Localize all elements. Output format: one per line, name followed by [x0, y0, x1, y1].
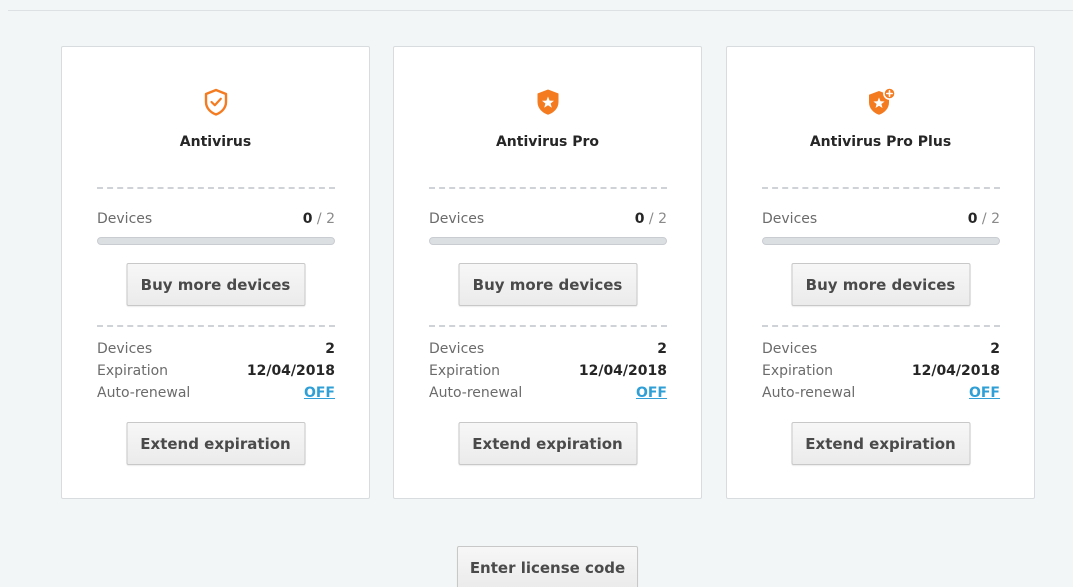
info-key: Devices: [97, 341, 153, 357]
devices-usage-row: Devices 0 / 2: [97, 211, 335, 231]
auto-renewal-toggle-link[interactable]: OFF: [969, 385, 1000, 401]
devices-usage-row: Devices 0 / 2: [429, 211, 667, 231]
auto-renewal-toggle-link[interactable]: OFF: [304, 385, 335, 401]
info-row-expiration: Expiration 12/04/2018: [97, 363, 335, 383]
devices-total: / 2: [648, 211, 667, 227]
shield-star-plus-icon: [865, 87, 897, 117]
info-row-expiration: Expiration 12/04/2018: [762, 363, 1000, 383]
info-row-auto-renewal: Auto-renewal OFF: [762, 385, 1000, 405]
devices-used: 0: [634, 211, 645, 227]
product-card-antivirus: Antivirus Devices 0 / 2 Buy more devices…: [61, 46, 370, 499]
devices-label: Devices: [97, 211, 153, 227]
card-title: Antivirus Pro Plus: [809, 134, 952, 150]
dashed-divider: [429, 325, 667, 327]
card-title: Antivirus: [179, 134, 252, 150]
info-key: Auto-renewal: [97, 385, 191, 401]
info-key: Expiration: [97, 363, 169, 379]
devices-progress-bar: [429, 237, 667, 245]
info-row-expiration: Expiration 12/04/2018: [429, 363, 667, 383]
info-row-auto-renewal: Auto-renewal OFF: [429, 385, 667, 405]
buy-more-devices-button[interactable]: Buy more devices: [791, 263, 970, 306]
info-row-devices: Devices 2: [97, 341, 335, 361]
devices-used: 0: [302, 211, 313, 227]
devices-total: / 2: [981, 211, 1000, 227]
buy-more-devices-button[interactable]: Buy more devices: [126, 263, 305, 306]
info-value: 2: [657, 341, 667, 357]
devices-count: 0 / 2: [635, 211, 667, 227]
dashed-divider: [97, 187, 335, 189]
top-divider: [8, 10, 1073, 11]
devices-progress-bar: [97, 237, 335, 245]
shield-check-outline-icon: [200, 87, 232, 117]
info-value: 12/04/2018: [246, 363, 335, 379]
devices-count: 0 / 2: [303, 211, 335, 227]
devices-usage-row: Devices 0 / 2: [762, 211, 1000, 231]
info-key: Devices: [429, 341, 485, 357]
product-card-antivirus-pro-plus: Antivirus Pro Plus Devices 0 / 2 Buy mor…: [726, 46, 1035, 499]
info-value: 2: [325, 341, 335, 357]
devices-label: Devices: [762, 211, 818, 227]
card-title: Antivirus Pro: [495, 134, 600, 150]
dashed-divider: [97, 325, 335, 327]
devices-count: 0 / 2: [968, 211, 1000, 227]
info-row-devices: Devices 2: [762, 341, 1000, 361]
devices-used: 0: [967, 211, 978, 227]
info-row-devices: Devices 2: [429, 341, 667, 361]
buy-more-devices-button[interactable]: Buy more devices: [458, 263, 637, 306]
dashed-divider: [762, 325, 1000, 327]
shield-star-icon: [532, 87, 564, 117]
extend-expiration-button[interactable]: Extend expiration: [791, 422, 970, 465]
dashed-divider: [762, 187, 1000, 189]
info-value: 12/04/2018: [578, 363, 667, 379]
devices-label: Devices: [429, 211, 485, 227]
extend-expiration-button[interactable]: Extend expiration: [126, 422, 305, 465]
info-key: Expiration: [429, 363, 501, 379]
info-key: Devices: [762, 341, 818, 357]
info-key: Expiration: [762, 363, 834, 379]
info-value: 2: [990, 341, 1000, 357]
info-key: Auto-renewal: [762, 385, 856, 401]
enter-license-code-button[interactable]: Enter license code: [457, 546, 638, 587]
extend-expiration-button[interactable]: Extend expiration: [458, 422, 637, 465]
info-value: 12/04/2018: [911, 363, 1000, 379]
devices-total: / 2: [316, 211, 335, 227]
auto-renewal-toggle-link[interactable]: OFF: [636, 385, 667, 401]
info-key: Auto-renewal: [429, 385, 523, 401]
info-row-auto-renewal: Auto-renewal OFF: [97, 385, 335, 405]
product-card-antivirus-pro: Antivirus Pro Devices 0 / 2 Buy more dev…: [393, 46, 702, 499]
devices-progress-bar: [762, 237, 1000, 245]
dashed-divider: [429, 187, 667, 189]
